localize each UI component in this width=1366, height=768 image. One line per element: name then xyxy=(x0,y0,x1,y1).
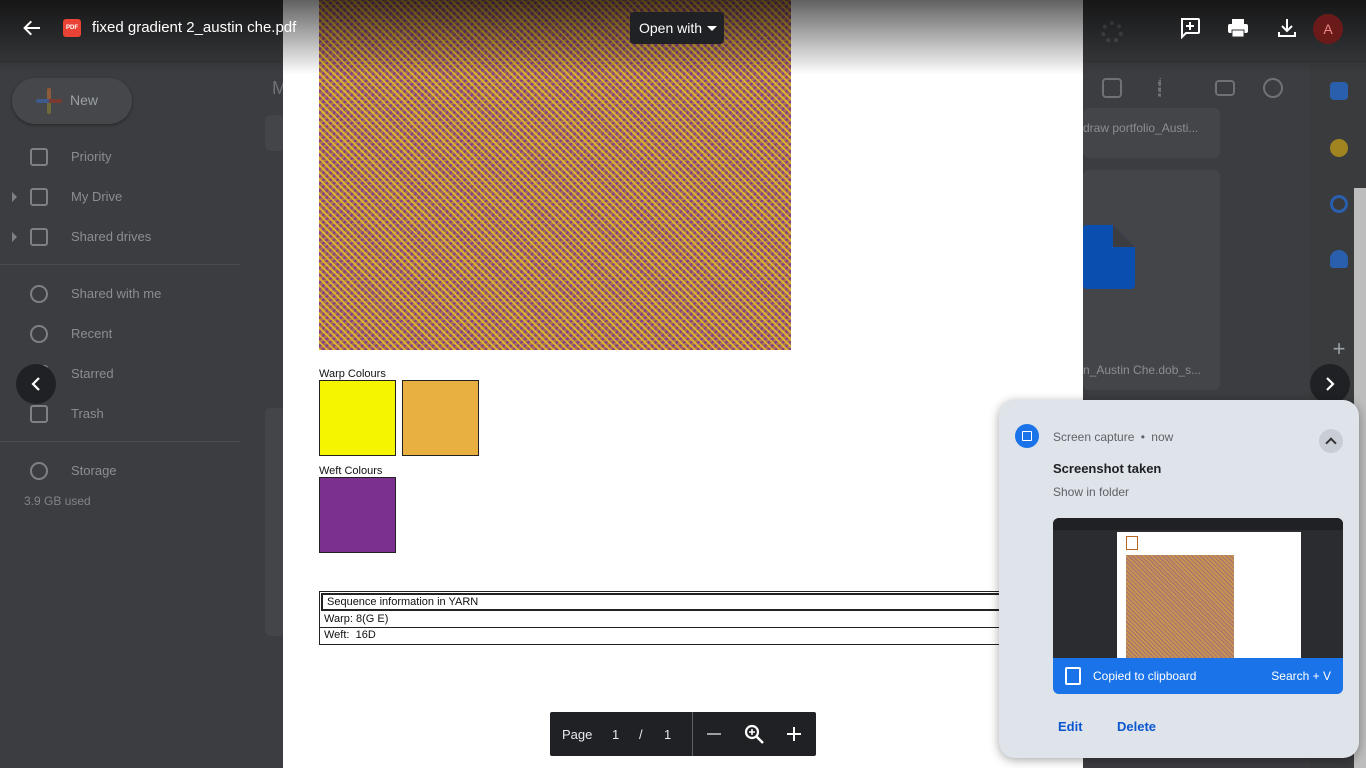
list-view-icon[interactable] xyxy=(1215,80,1235,96)
viewer-toolbar: PDF fixed gradient 2_austin che.pdf Open… xyxy=(0,0,1366,75)
warp-colours-label: Warp Colours xyxy=(319,368,386,380)
current-page-input[interactable]: 1 xyxy=(612,727,619,742)
new-button-label: New xyxy=(70,92,99,108)
page-controls: Page 1 / 1 xyxy=(550,712,816,756)
zoom-fit-icon[interactable] xyxy=(743,723,765,745)
page-separator: / xyxy=(639,727,643,742)
zoom-in-icon[interactable] xyxy=(783,723,805,745)
sequence-row-warp: Warp: 8(G E) xyxy=(320,612,1038,628)
warp-colour-swatch xyxy=(319,380,396,456)
delete-button[interactable]: Delete xyxy=(1117,719,1156,734)
page-label: Page xyxy=(562,727,593,742)
sequence-table: Sequence information in YARN Warp: 8(G E… xyxy=(319,591,1039,645)
show-in-folder-link[interactable]: Show in folder xyxy=(1053,485,1129,499)
sidebar-item-priority[interactable]: Priority xyxy=(0,141,240,173)
sidebar-item-shared-with-me[interactable]: Shared with me xyxy=(0,278,240,310)
add-addon-icon[interactable]: + xyxy=(1330,338,1348,360)
file-card[interactable]: draw portfolio_Austi... xyxy=(1083,108,1220,158)
separator-dot: • xyxy=(1140,430,1145,444)
notification-source: Screen capture • now xyxy=(1053,430,1173,444)
open-with-button[interactable]: Open with xyxy=(630,12,724,44)
document-icon xyxy=(1083,225,1135,289)
plus-icon xyxy=(36,88,62,114)
contacts-icon[interactable] xyxy=(1330,250,1348,268)
source-name: Screen capture xyxy=(1053,430,1135,444)
sidebar-item-label: Recent xyxy=(71,326,113,341)
sidebar-item-label: My Drive xyxy=(71,189,123,204)
divider xyxy=(0,264,240,265)
storage-used-text: 3.9 GB used xyxy=(24,494,91,508)
search-filter-bar xyxy=(265,115,285,151)
clipboard-text: Copied to clipboard xyxy=(1093,669,1197,683)
priority-icon xyxy=(30,148,48,166)
expand-arrow-icon[interactable] xyxy=(12,232,17,242)
more-vert-icon[interactable] xyxy=(1158,78,1162,98)
divider xyxy=(692,712,693,756)
next-file-button[interactable] xyxy=(1310,364,1350,404)
sidebar-item-label: Storage xyxy=(71,463,117,478)
sidebar-item-label: Trash xyxy=(71,406,104,421)
shared-drives-icon xyxy=(30,228,48,246)
sidebar-item-label: Shared drives xyxy=(71,229,152,244)
thumbnail-logo xyxy=(1126,536,1138,550)
sidebar-item-recent[interactable]: Recent xyxy=(0,318,240,350)
print-icon[interactable] xyxy=(1227,17,1249,39)
download-icon[interactable] xyxy=(1276,17,1298,39)
file-card[interactable]: n_Austin Che.dob_s... xyxy=(1083,170,1220,390)
thumbnail-pattern xyxy=(1126,555,1234,658)
file-name: draw portfolio_Austi... xyxy=(1083,121,1199,135)
copied-to-clipboard-bar[interactable]: Copied to clipboard Search + V xyxy=(1053,658,1343,694)
sequence-row-weft: Weft: 16D xyxy=(324,629,376,641)
pdf-page: Warp Colours Weft Colours Sequence infor… xyxy=(283,0,1083,768)
dropdown-caret-icon xyxy=(707,26,717,31)
info-icon[interactable] xyxy=(1263,78,1283,98)
sidebar-item-my-drive[interactable]: My Drive xyxy=(0,181,240,213)
warp-colour-swatch xyxy=(402,380,479,456)
edit-button[interactable]: Edit xyxy=(1058,719,1083,734)
screenshot-notification: Screen capture • now Screenshot taken Sh… xyxy=(999,400,1359,758)
file-title: fixed gradient 2_austin che.pdf xyxy=(92,19,297,36)
sidebar-item-shared-drives[interactable]: Shared drives xyxy=(0,221,240,253)
sidebar-item-label: Starred xyxy=(71,366,114,381)
pdf-file-icon: PDF xyxy=(63,19,81,37)
trash-icon[interactable] xyxy=(1102,78,1122,98)
notification-title: Screenshot taken xyxy=(1053,461,1162,476)
drive-icon xyxy=(30,188,48,206)
calendar-icon[interactable] xyxy=(1330,82,1348,100)
chevron-left-icon xyxy=(31,377,40,391)
sequence-table-header: Sequence information in YARN xyxy=(321,593,1037,611)
notification-time: now xyxy=(1151,430,1174,444)
add-comment-icon[interactable] xyxy=(1179,17,1201,39)
sidebar-item-label: Priority xyxy=(71,149,112,164)
previous-file-button[interactable] xyxy=(16,364,56,404)
trash-icon xyxy=(30,405,48,423)
file-card[interactable] xyxy=(265,408,285,636)
weft-colours-label: Weft Colours xyxy=(319,465,383,477)
screenshot-thumbnail[interactable] xyxy=(1053,518,1343,658)
zoom-out-icon[interactable] xyxy=(703,723,725,745)
chevron-right-icon xyxy=(1326,377,1335,391)
file-name: n_Austin Che.dob_s... xyxy=(1083,363,1202,377)
people-icon xyxy=(30,285,48,303)
divider xyxy=(0,441,240,442)
new-button[interactable]: New xyxy=(12,78,132,124)
tasks-icon[interactable] xyxy=(1330,195,1348,213)
total-pages: 1 xyxy=(664,727,672,742)
paste-shortcut: Search + V xyxy=(1271,669,1331,683)
expand-arrow-icon[interactable] xyxy=(12,192,17,202)
avatar[interactable]: A xyxy=(1313,14,1343,44)
clock-icon xyxy=(30,325,48,343)
cloud-icon xyxy=(30,462,48,480)
open-with-label: Open with xyxy=(639,20,703,36)
weft-colour-swatch xyxy=(319,477,396,553)
sidebar-item-storage[interactable]: Storage xyxy=(0,455,240,487)
screen-capture-icon xyxy=(1015,424,1039,448)
collapse-notification-button[interactable] xyxy=(1319,429,1343,453)
back-arrow-icon[interactable] xyxy=(22,18,42,38)
screen: New Priority My Drive Shared drives Shar… xyxy=(0,0,1366,768)
thumbnail-toolbar xyxy=(1053,518,1343,530)
clipboard-icon xyxy=(1065,667,1081,685)
sidebar-item-label: Shared with me xyxy=(71,286,162,301)
keep-icon[interactable] xyxy=(1330,139,1348,157)
